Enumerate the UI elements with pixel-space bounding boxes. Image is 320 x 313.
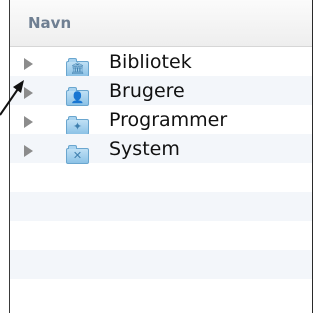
applications-folder-icon: ✦ [66,116,89,135]
empty-row [10,279,312,308]
empty-row [10,250,312,279]
users-folder-icon: 👤 [66,87,89,106]
column-header[interactable]: Navn [10,0,312,47]
empty-row [10,192,312,221]
library-folder-icon: 🏛 [66,58,89,77]
system-folder-icon: ✕ [66,145,89,164]
disclosure-triangle-icon[interactable] [24,145,33,157]
item-label: Brugere [109,80,185,102]
item-label: System [109,138,180,160]
list-item-system[interactable]: ✕ System [10,134,312,164]
empty-row [10,163,312,192]
window-right-edge [312,0,313,313]
disclosure-triangle-icon[interactable] [24,87,33,99]
column-header-name[interactable]: Navn [28,14,71,32]
list-item-programmer[interactable]: ✦ Programmer [10,105,312,135]
item-label: Bibliotek [109,51,192,73]
list-item-bibliotek[interactable]: 🏛 Bibliotek [10,47,312,77]
empty-row [10,221,312,250]
item-label: Programmer [109,109,228,131]
disclosure-triangle-icon[interactable] [24,116,33,128]
disclosure-triangle-icon[interactable] [24,58,33,70]
list-item-brugere[interactable]: 👤 Brugere [10,76,312,106]
file-list: 🏛 Bibliotek 👤 Brugere ✦ Programmer ✕ Sys… [10,47,312,308]
